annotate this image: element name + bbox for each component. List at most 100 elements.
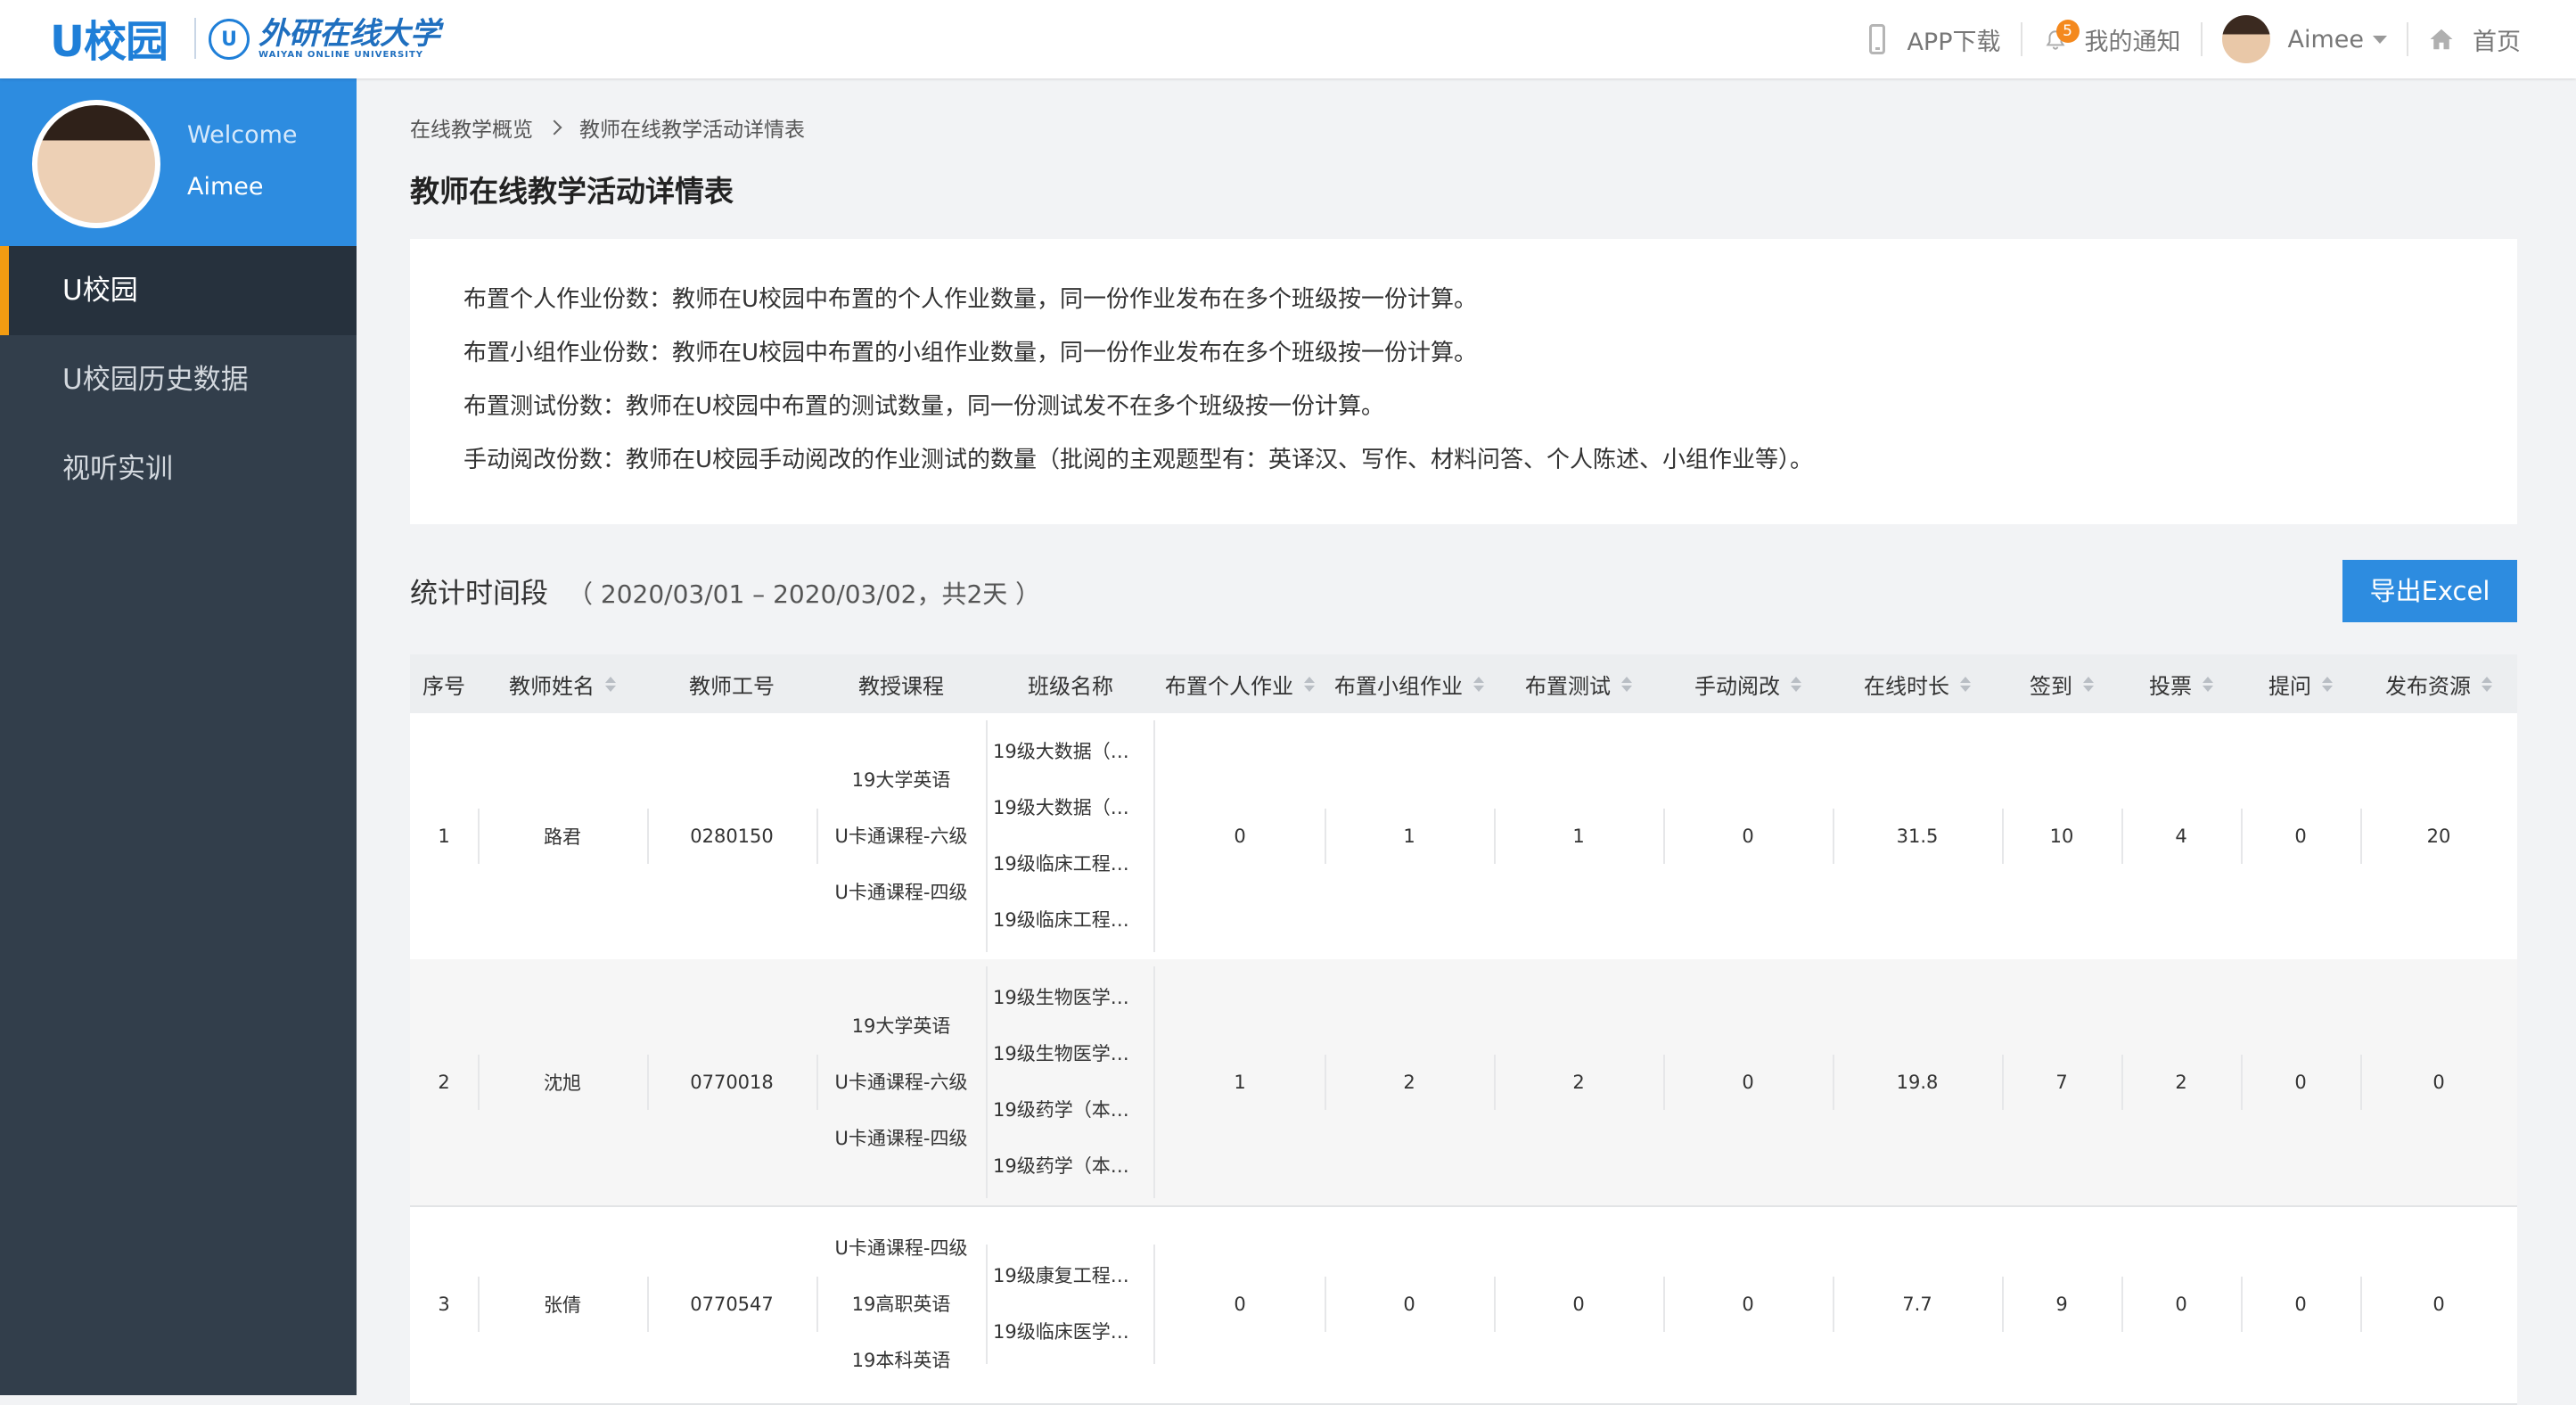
cell-courses: U卡通课程-四级 19高职英语 19本科英语 [816,1205,986,1403]
cell-vote: 2 [2121,959,2241,1205]
column-header-label: 提问 [2268,673,2311,699]
cell-manual: 0 [1663,959,1833,1205]
course-name: 19大学英语 [851,768,951,791]
cell-divider [986,720,988,952]
column-header-no: 序号 [410,654,478,713]
stat-period: 统计时间段 （ 2020/03/01 – 2020/03/02，共2天 ） [410,571,1040,611]
column-header-resources[interactable]: 发布资源 [2360,654,2517,713]
column-header-label: 教师姓名 [509,673,595,699]
sort-icon[interactable] [1304,676,1315,692]
column-header-vote[interactable]: 投票 [2121,654,2241,713]
cell-courses: 19大学英语 U卡通课程-六级 U卡通课程-四级 [816,713,986,959]
cell-question: 0 [2241,1205,2360,1403]
class-name: 19级临床工程技术 [993,909,1144,931]
column-header-label: 签到 [2030,673,2072,699]
definition-line: 手动阅改份数：教师在U校园手动阅改的作业测试的数量（批阅的主观题型有：英译汉、写… [464,447,1814,473]
user-menu[interactable]: Aimee [2221,15,2387,63]
column-header-name[interactable]: 教师姓名 [478,654,647,713]
column-header-label: 班级名称 [1028,673,1113,699]
cell-resources: 20 [2360,713,2517,959]
home-link[interactable]: 首页 [2428,22,2521,57]
cell-divider [986,966,988,1198]
stat-period-label: 统计时间段 [410,578,548,610]
column-header-question[interactable]: 提问 [2241,654,2360,713]
cell-classes: 19级生物医学工程 19级生物医学工程 19级药学（本科） 19级药学（本科） [986,959,1144,1205]
chevron-right-icon [546,119,562,136]
sort-icon[interactable] [2083,676,2094,692]
column-header-online[interactable]: 在线时长 [1833,654,2002,713]
definition-line: 布置小组作业份数：教师在U校园中布置的小组作业数量，同一份作业发布在多个班级按一… [464,340,1478,366]
app-download-link[interactable]: APP下载 [1869,22,2001,57]
logo-divider [194,18,196,59]
cell-name: 沈旭 [478,959,647,1205]
sort-icon[interactable] [2203,676,2213,692]
university-name-cn: 外研在线大学 [258,16,440,52]
definition-line: 布置测试份数：教师在U校园中布置的测试数量，同一份测试发不在多个班级按一份计算。 [464,393,1385,420]
nav-divider [2407,22,2408,56]
cell-test: 0 [1494,1205,1663,1403]
sidebar-item-history[interactable]: U校园历史数据 [0,335,357,424]
main-content: 在线教学概览 教师在线教学活动详情表 教师在线教学活动详情表 布置个人作业份数：… [357,78,2576,1405]
sort-icon[interactable] [1621,676,1632,692]
profile-user-name: Aimee [187,173,264,201]
export-excel-button[interactable]: 导出Excel [2342,560,2517,622]
column-header-course: 教授课程 [816,654,986,713]
cell-group: 2 [1325,959,1494,1205]
cell-vote: 4 [2121,713,2241,959]
u-campus-logo[interactable]: U校园 [50,9,168,67]
sort-icon[interactable] [1791,676,1801,692]
cell-checkin: 7 [2002,959,2121,1205]
column-header-label: 序号 [422,673,465,699]
course-name: 19大学英语 [851,1015,951,1037]
sidebar-item-ucampus[interactable]: U校园 [0,246,357,335]
avatar [2221,15,2270,63]
sort-icon[interactable] [1960,676,1971,692]
class-name: 19级药学（本科） [993,1099,1144,1121]
notifications-label: 我的通知 [2084,28,2181,56]
cell-no: 1 [438,826,450,847]
home-label: 首页 [2473,28,2521,56]
column-header-label: 布置小组作业 [1334,673,1463,699]
sort-icon[interactable] [2482,676,2492,692]
nav-divider [2200,22,2203,56]
breadcrumb-current: 教师在线教学活动详情表 [579,119,805,142]
table-row: 2 沈旭 0770018 19大学英语 U卡通课程-六级 U卡通课程-四级 19级生物医学工… [410,959,2517,1207]
teacher-activity-table: 序号 教师姓名 教师工号 教授课程 班级名称 布置个人作业 布置小组作业 布置测试 手动阅改 在线… [410,654,2517,1405]
cell-online: 19.8 [1833,959,2002,1205]
sort-icon[interactable] [1473,676,1484,692]
user-name: Aimee [2287,25,2365,53]
cell-group: 0 [1325,1205,1494,1403]
university-name-en: WAIYAN ONLINE UNIVERSITY [258,50,424,60]
column-header-id: 教师工号 [647,654,816,713]
breadcrumb-overview-link[interactable]: 在线教学概览 [410,112,533,143]
university-logo: U 外研在线大学 WAIYAN ONLINE UNIVERSITY [209,12,440,66]
cell-question: 0 [2241,713,2360,959]
home-icon [2430,29,2453,50]
cell-personal: 0 [1234,1294,1246,1315]
avatar[interactable] [32,100,160,228]
cell-manual: 0 [1663,713,1833,959]
sort-icon[interactable] [2322,676,2333,692]
cell-group: 1 [1325,713,1494,959]
table-row: 1 路君 0280150 19大学英语 U卡通课程-六级 U卡通课程-四级 19级大数据（本… [410,713,2517,961]
sort-icon[interactable] [605,676,616,692]
cell-resources: 0 [2360,1205,2517,1403]
cell-no: 2 [438,1072,450,1093]
column-header-group[interactable]: 布置小组作业 [1325,654,1494,713]
cell-name: 路君 [478,713,647,959]
cell-test: 2 [1494,959,1663,1205]
column-header-checkin[interactable]: 签到 [2002,654,2121,713]
class-name: 19级临床工程技术 [993,853,1144,875]
notifications-link[interactable]: 5 我的通知 [2042,20,2181,57]
cell-resources: 0 [2360,959,2517,1205]
class-name: 19级大数据（本科） [993,741,1144,762]
column-header-test[interactable]: 布置测试 [1494,654,1663,713]
sidebar-item-audiovisual[interactable]: 视听实训 [0,424,357,514]
phone-icon [1869,24,1886,54]
column-header-manual[interactable]: 手动阅改 [1663,654,1833,713]
class-name: 19级生物医学工程 [993,1043,1144,1064]
cell-name: 张倩 [478,1205,647,1403]
nav-divider [2020,22,2022,56]
page-title: 教师在线教学活动详情表 [410,174,734,209]
column-header-personal[interactable]: 布置个人作业 [1155,654,1325,713]
